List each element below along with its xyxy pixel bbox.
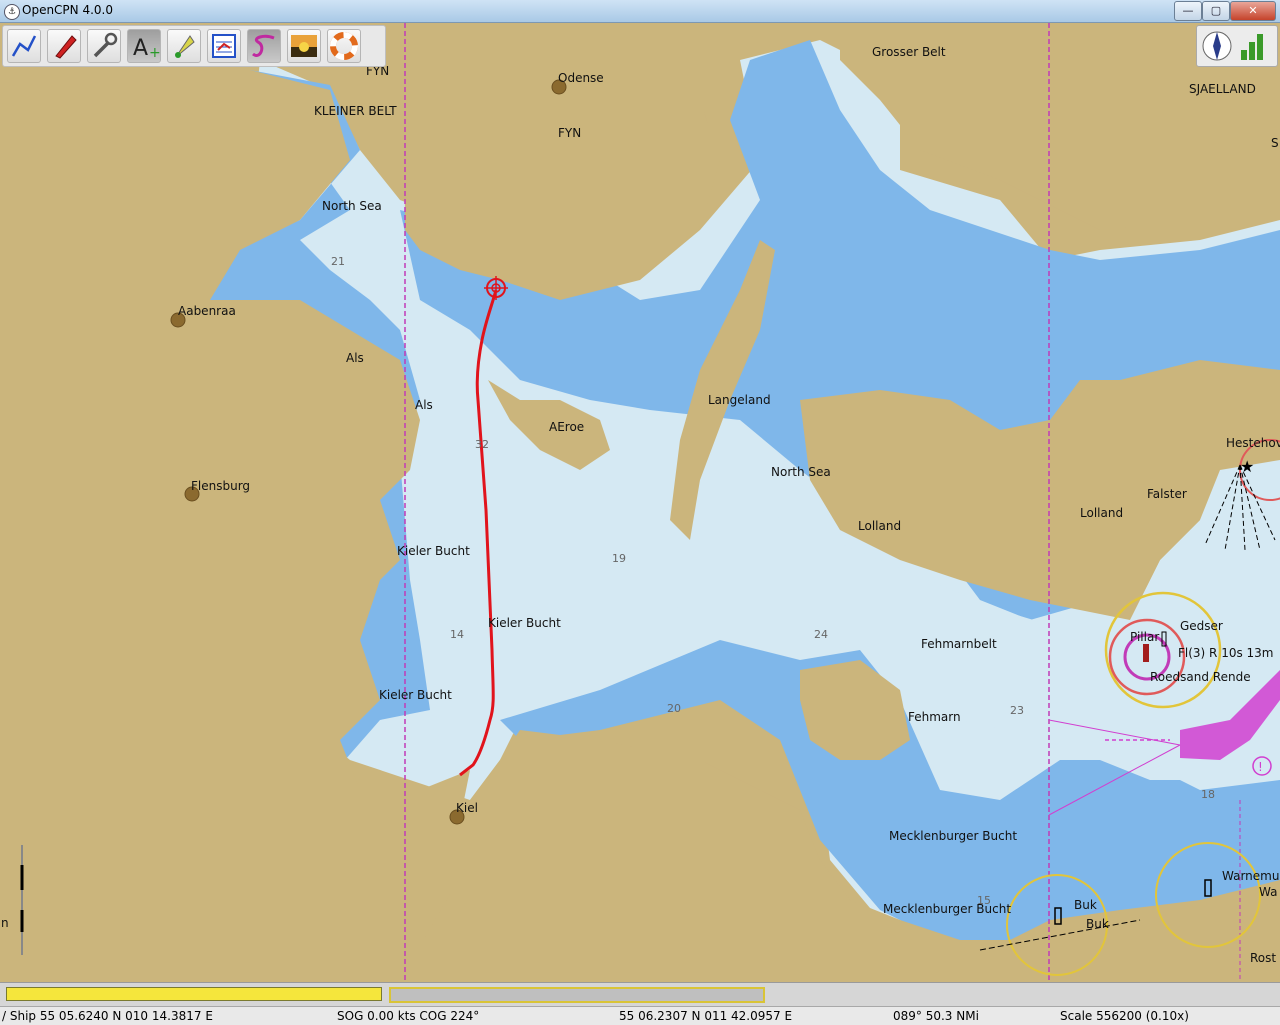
label-grosser-belt: Grosser Belt — [872, 45, 946, 59]
label-north-sea-east: North Sea — [771, 465, 831, 479]
chart-canvas[interactable]: ★ ! FYN Odense Grosser Belt SJAELLAND KL… — [0, 23, 1280, 981]
title-bar: ⚓ OpenCPN 4.0.0 — ▢ ✕ — [0, 0, 1280, 23]
route-tool-button[interactable] — [7, 29, 41, 63]
label-s-edge: S — [1271, 136, 1279, 150]
label-light-characteristic: Fl(3) R 10s 13m — [1178, 646, 1274, 660]
track-tool-button[interactable] — [247, 29, 281, 63]
label-hestehoved: Hestehov — [1226, 436, 1280, 450]
wrench-icon — [93, 32, 118, 58]
depth-sounding: 32 — [475, 438, 489, 451]
label-warnemunde: Warnemu — [1222, 869, 1280, 883]
label-als-2: Als — [415, 398, 433, 412]
track-icon — [252, 34, 275, 57]
route-icon — [11, 35, 37, 57]
depth-sounding: 18 — [1201, 788, 1215, 801]
label-aabenraa: Aabenraa — [178, 304, 236, 318]
route-manager-tool-button[interactable] — [207, 29, 241, 63]
chart-map: ★ ! — [0, 23, 1280, 980]
chart-bar — [0, 982, 1280, 1007]
label-n-edge: n — [1, 916, 9, 930]
bearing-distance: 089° 50.3 NMi — [893, 1009, 979, 1023]
mark-tool-button[interactable] — [167, 29, 201, 63]
route-manager-icon — [212, 34, 236, 58]
close-button[interactable]: ✕ — [1230, 1, 1276, 21]
text-a-icon: A + — [133, 36, 161, 61]
depth-sounding: 14 — [450, 628, 464, 641]
ship-icon — [55, 35, 77, 59]
settings-tool-button[interactable] — [87, 29, 121, 63]
label-gedser: Gedser — [1180, 619, 1223, 633]
label-kieler-bucht-3: Kieler Bucht — [379, 688, 452, 702]
chart-scale: Scale 556200 (0.10x) — [1060, 1009, 1189, 1023]
label-kleiner-belt: KLEINER BELT — [314, 104, 397, 118]
depth-sounding: 21 — [331, 255, 345, 268]
opencpn-app-icon: ⚓ — [4, 4, 20, 20]
label-langeland: Langeland — [708, 393, 771, 407]
label-mecklenburger-bucht-2: Mecklenburger Bucht — [883, 902, 1012, 916]
minimize-button[interactable]: — — [1174, 1, 1202, 21]
sunset-icon — [291, 35, 317, 57]
mark-flag-icon — [175, 35, 195, 58]
mob-tool-button[interactable] — [327, 29, 361, 63]
status-info-bar: / Ship 55 05.6240 N 010 14.3817 E SOG 0.… — [0, 1006, 1280, 1025]
text-tool-button[interactable]: A + — [127, 29, 161, 63]
svg-text:A: A — [133, 36, 148, 61]
label-roedsand-rende: Roedsand Rende — [1150, 670, 1251, 684]
gps-signal-icon — [1241, 50, 1247, 60]
window-title: OpenCPN 4.0.0 — [22, 3, 113, 17]
chart-quilt-bar[interactable] — [389, 987, 765, 1003]
label-rostock: Rost — [1250, 951, 1277, 965]
depth-sounding: 19 — [612, 552, 626, 565]
label-sjaelland: SJAELLAND — [1189, 82, 1256, 96]
compass-icon — [1202, 31, 1263, 61]
caution-mark: ! — [1258, 760, 1263, 774]
depth-sounding: 23 — [1010, 704, 1024, 717]
depth-sounding: 15 — [977, 894, 991, 907]
label-flensburg: Flensburg — [191, 479, 251, 493]
label-lolland-east: Lolland — [1080, 506, 1124, 520]
cursor-position: 55 06.2307 N 011 42.0957 E — [619, 1009, 793, 1023]
svg-text:+: + — [149, 45, 160, 61]
label-als: Als — [346, 351, 364, 365]
depth-sounding: 24 — [814, 628, 828, 641]
label-kiel: Kiel — [456, 801, 478, 815]
maximize-button[interactable]: ▢ — [1202, 1, 1230, 21]
color-scheme-tool-button[interactable] — [287, 29, 321, 63]
label-fyn: FYN — [558, 126, 582, 140]
label-wa: Wa — [1259, 885, 1278, 899]
label-pillar: Pillar — [1130, 630, 1160, 644]
label-buk-2: Buk — [1086, 917, 1109, 931]
label-lolland: Lolland — [858, 519, 902, 533]
sog-cog-readout: SOG 0.00 kts COG 224° — [337, 1009, 480, 1023]
ship-tool-button[interactable] — [47, 29, 81, 63]
light-star-icon: ★ — [1240, 457, 1254, 476]
label-kieler-bucht-2: Kieler Bucht — [488, 616, 561, 630]
label-buk: Buk — [1074, 898, 1097, 912]
label-fehmarnbelt: Fehmarnbelt — [921, 637, 997, 651]
label-aeroe: AEroe — [549, 420, 585, 434]
label-north-sea-west: North Sea — [322, 199, 382, 213]
label-odense: Odense — [558, 71, 604, 85]
label-falster: Falster — [1147, 487, 1187, 501]
depth-sounding: 20 — [667, 702, 681, 715]
label-kieler-bucht-1: Kieler Bucht — [397, 544, 470, 558]
ship-position: / Ship 55 05.6240 N 010 14.3817 E — [2, 1009, 213, 1023]
label-mecklenburger-bucht-1: Mecklenburger Bucht — [889, 829, 1018, 843]
main-toolbar: A + — [2, 25, 386, 67]
compass-gps-widget[interactable] — [1196, 25, 1278, 67]
lifebuoy-icon — [330, 32, 358, 60]
chart-quilt-bar-active[interactable] — [6, 987, 382, 1001]
label-fehmarn: Fehmarn — [908, 710, 961, 724]
